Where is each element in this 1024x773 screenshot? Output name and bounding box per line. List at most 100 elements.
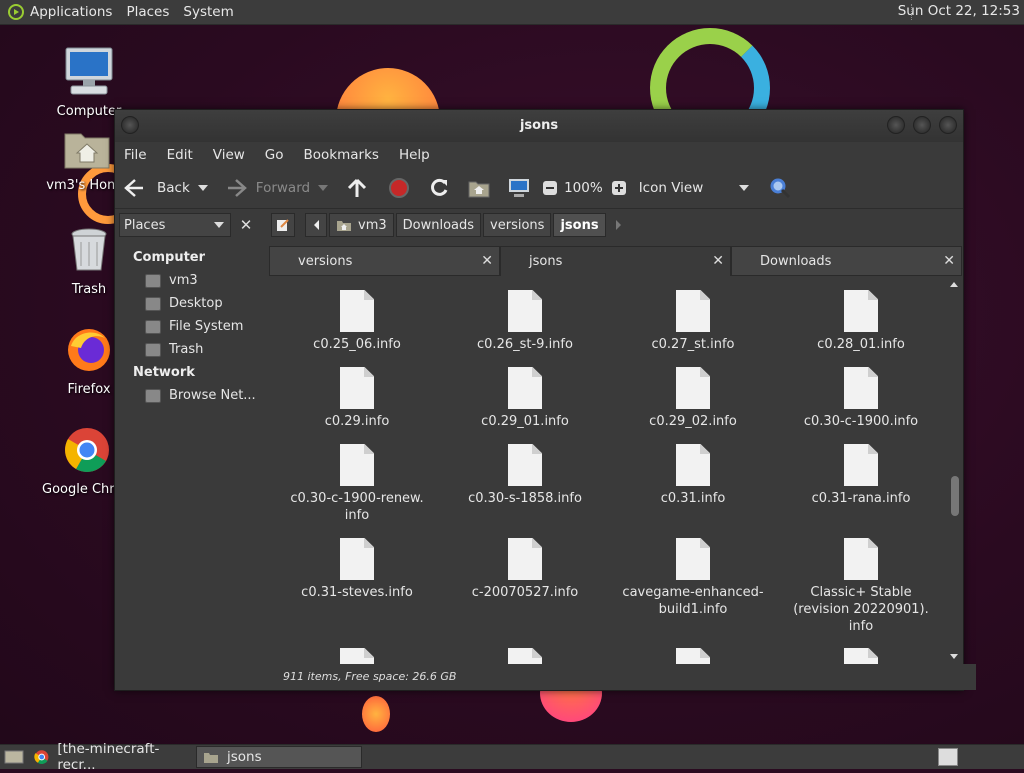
file-item[interactable]: c0.30-c-1900.info (781, 367, 941, 430)
home-icon[interactable] (468, 178, 490, 198)
forward-history-dropdown[interactable] (318, 185, 329, 191)
file-name: (revision 20220901). (793, 602, 929, 617)
view-mode-select[interactable]: Icon View (639, 180, 739, 196)
window-titlebar[interactable]: jsons (115, 110, 963, 142)
document-icon (844, 648, 878, 664)
sidebar-item-desktop[interactable]: Desktop (119, 292, 263, 315)
close-button[interactable] (939, 116, 957, 134)
scroll-up-icon[interactable] (950, 282, 958, 287)
forward-label: Forward (255, 180, 311, 196)
file-name: c0.28_01.info (817, 337, 905, 352)
breadcrumb-versions[interactable]: versions (483, 213, 552, 237)
file-item[interactable]: c0.31-rana.info (781, 444, 941, 507)
file-item[interactable]: c0.29.info (277, 367, 437, 430)
menu-system[interactable]: System (183, 4, 233, 20)
menu-places[interactable]: Places (126, 4, 169, 20)
sidebar-item-file-system[interactable]: File System (119, 315, 263, 338)
minimize-button[interactable] (887, 116, 905, 134)
distro-logo-icon[interactable] (8, 4, 24, 20)
breadcrumb-vm3[interactable]: vm3 (329, 213, 394, 237)
workspace-switcher[interactable] (938, 748, 958, 766)
file-item[interactable]: c0.30-s-1858.info (445, 444, 605, 507)
tab-label: versions (298, 253, 353, 269)
bottom-panel: [the-minecraft-recr... jsons (0, 741, 1024, 773)
file-name: build1.info (658, 602, 728, 617)
document-icon (676, 290, 710, 332)
search-icon[interactable] (769, 177, 791, 199)
file-icon-view[interactable]: c0.25_06.info c0.26_st-9.info c0.27_st.inf… (269, 278, 947, 664)
breadcrumb: vm3 Downloads versions jsons (271, 213, 621, 237)
close-sidebar-icon[interactable]: ✕ (235, 213, 257, 237)
maximize-button[interactable] (913, 116, 931, 134)
sidebar-item-trash[interactable]: Trash (119, 338, 263, 361)
file-name: c0.30-c-1900.info (803, 414, 919, 429)
file-item[interactable]: c0.30-c-1900-renew. info (277, 444, 437, 524)
back-label: Back (157, 180, 190, 196)
file-item[interactable]: c0.25_06.info (277, 290, 437, 353)
file-item[interactable]: c0.31.info (613, 444, 773, 507)
chrome-icon (34, 750, 49, 765)
reload-icon[interactable] (428, 177, 450, 199)
document-icon (340, 538, 374, 580)
view-mode-dropdown-icon[interactable] (738, 185, 749, 191)
vertical-scrollbar[interactable] (947, 278, 961, 664)
scrollbar-thumb[interactable] (951, 476, 959, 516)
file-item[interactable]: c0.27_st.info (613, 290, 773, 353)
breadcrumb-downloads[interactable]: Downloads (395, 213, 482, 237)
breadcrumb-left-arrow[interactable] (305, 213, 327, 237)
file-item[interactable]: Classic+ Stable (revision 20220901). info (781, 538, 941, 635)
show-desktop-icon[interactable] (4, 749, 24, 765)
stop-icon[interactable] (388, 177, 410, 199)
up-arrow-icon[interactable] (346, 177, 368, 199)
sidebar-item-vm3[interactable]: vm3 (119, 269, 263, 292)
menu-bookmarks[interactable]: Bookmarks (304, 147, 379, 163)
file-item[interactable]: c0.26_st-9.info (445, 290, 605, 353)
zoom-level: 100% (564, 180, 603, 196)
menu-view[interactable]: View (213, 147, 245, 163)
file-item[interactable]: c0.29_02.info (613, 367, 773, 430)
chevron-left-icon (313, 220, 319, 230)
task-chrome[interactable]: [the-minecraft-recr... (28, 741, 192, 773)
menu-go[interactable]: Go (265, 147, 284, 163)
sidebar-item-browse-network[interactable]: Browse Net... (119, 384, 263, 407)
edit-location-button[interactable] (271, 213, 295, 237)
menu-edit[interactable]: Edit (167, 147, 193, 163)
tab-downloads[interactable]: Downloads ✕ (731, 246, 962, 276)
menu-applications[interactable]: Applications (30, 4, 112, 20)
file-name: c0.29_02.info (649, 414, 737, 429)
menu-file[interactable]: File (124, 147, 147, 163)
breadcrumb-label: vm3 (358, 217, 387, 233)
scroll-down-icon[interactable] (950, 654, 958, 659)
breadcrumb-jsons[interactable]: jsons (553, 213, 606, 237)
file-name: cavegame-enhanced- (622, 585, 764, 600)
toolbar: Back Forward 100% Icon View (115, 168, 963, 209)
sidebar-type-label: Places (124, 217, 166, 233)
back-button[interactable]: Back (123, 178, 190, 198)
file-item[interactable]: cavegame-enhanced-build1.info (613, 538, 773, 618)
chevron-right-icon[interactable] (615, 220, 621, 230)
document-icon (844, 538, 878, 580)
close-tab-icon[interactable]: ✕ (712, 253, 724, 269)
zoom-in-icon[interactable] (611, 180, 627, 196)
file-item[interactable]: c-20070527.info (445, 538, 605, 601)
sidebar-type-select[interactable]: Places (119, 213, 231, 237)
clock[interactable]: Sun Oct 22, 12:53 (898, 3, 1020, 19)
sidebar-item-label: vm3 (169, 273, 198, 288)
computer-icon[interactable] (508, 178, 530, 198)
menu-help[interactable]: Help (399, 147, 430, 163)
forward-button[interactable]: Forward (224, 178, 310, 198)
sidebar-item-label: Desktop (169, 296, 223, 311)
tab-jsons[interactable]: jsons ✕ (500, 246, 731, 276)
close-tab-icon[interactable]: ✕ (481, 253, 493, 269)
file-item[interactable]: c0.28_01.info (781, 290, 941, 353)
close-tab-icon[interactable]: ✕ (943, 253, 955, 269)
task-jsons[interactable]: jsons (196, 746, 362, 768)
file-name: c0.31-rana.info (811, 491, 911, 506)
back-history-dropdown[interactable] (197, 185, 208, 191)
zoom-out-icon[interactable] (542, 180, 558, 196)
drive-icon (145, 319, 161, 334)
file-item[interactable]: c0.31-steves.info (277, 538, 437, 601)
document-icon (508, 367, 542, 409)
file-item[interactable]: c0.29_01.info (445, 367, 605, 430)
tab-versions[interactable]: versions ✕ (269, 246, 500, 276)
